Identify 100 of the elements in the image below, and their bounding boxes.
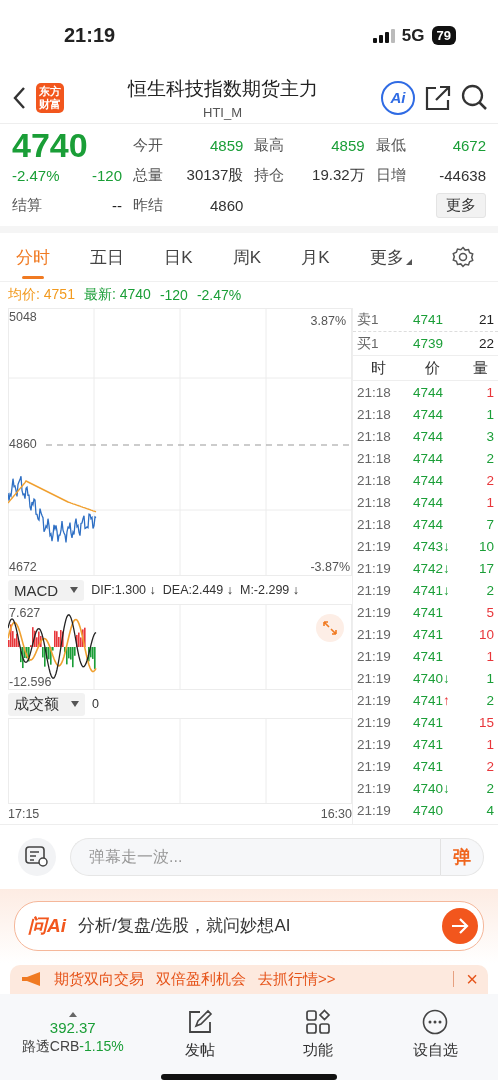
stat-value: 4672 [452,136,486,154]
column-header: 价 [424,358,441,378]
period-tab[interactable]: 月K [301,233,330,282]
stat-label: 昨结 [133,195,163,215]
trade-time: 21:19 [357,670,392,686]
trade-quantity: 4 [485,802,494,818]
column-header: 量 [471,358,489,378]
back-icon[interactable] [12,85,26,110]
trade-time: 21:19 [357,692,392,708]
comment-field[interactable]: 弹幕走一波... [70,838,440,877]
caret-icon [68,1012,77,1018]
trade-price: 4744 [412,450,445,466]
trade-quantity: 10 [477,538,494,554]
trade-quantity: 1 [485,670,494,686]
caret-icon [405,259,412,266]
trade-time: 21:18 [357,516,392,532]
trade-price: 4744 [412,494,445,510]
trade-time: 21:18 [357,472,392,488]
trade-price: 4741↓ [412,582,451,598]
trade-quantity: 2 [485,472,494,488]
trade-time: 21:19 [357,648,392,664]
period-tab[interactable]: 日K [164,233,193,282]
change-percent: -2.47% [12,166,60,184]
stat-label: 持仓 [254,165,285,185]
period-tab[interactable]: 周K [232,233,262,282]
trade-price: 4741 [412,626,445,642]
grid-icon [304,1008,331,1035]
toolbar-item[interactable]: 功能 [267,1008,368,1060]
network-label: 5G [401,25,425,46]
stat-label: 今开 [133,135,163,155]
change-percent: -2.47% [196,287,242,304]
index-name: 路透CRB [21,1038,80,1057]
toolbar-item[interactable]: 发帖 [150,1008,251,1060]
dropdown-icon [71,701,79,708]
trade-price: 4744 [412,516,445,532]
trade-quantity: 10 [477,626,494,642]
order-level: 卖1 [357,310,380,329]
order-level: 买1 [357,334,380,353]
ask-ai-bar[interactable]: 问Ai 分析/复盘/选股，就问妙想AI [14,900,484,951]
ai-button[interactable]: Ai [381,80,415,115]
stat-value: 4860 [209,196,244,214]
order-quantity: 21 [477,312,494,328]
period-tab[interactable]: 五日 [90,233,125,282]
app-logo: 东方财富 [36,82,64,113]
battery-level: 79 [431,26,456,46]
stat-value: 19.32万 [312,165,365,185]
index-change: -1.15% [79,1038,124,1057]
stat-label: 总量 [133,165,163,185]
trade-time: 21:19 [357,560,392,576]
search-icon[interactable] [461,84,488,111]
trade-time: 21:18 [357,494,392,510]
trade-time: 21:18 [357,450,392,466]
more-icon [422,1008,449,1035]
share-icon[interactable] [425,84,451,111]
axis-label: 4672 [9,560,37,575]
toolbar-item[interactable]: 设自选 [385,1008,486,1060]
trade-price: 4744 [412,406,445,422]
stat-value: 4859 [209,136,244,154]
trade-price: 4741↑ [412,692,451,708]
banner-text: 去抓行情>> [258,969,336,989]
trade-time: 21:19 [357,582,392,598]
ai-prompt: 分析/复盘/选股，就问妙想AI [78,915,292,938]
trade-price: 4740↓ [412,780,451,796]
edit-icon [187,1008,214,1035]
trade-time: 21:19 [357,626,392,642]
danmaku-settings-button[interactable] [18,838,56,877]
order-price: 4741 [412,312,445,328]
trade-price: 4740 [412,802,445,818]
more-button[interactable]: 更多 [436,192,486,218]
dropdown-icon [70,587,79,594]
stat-label: 结算 [12,195,42,215]
go-button[interactable] [442,907,478,944]
latest-price: 最新: 4740 [83,286,151,305]
trade-quantity: 1 [485,736,494,752]
column-header: 时 [369,358,387,378]
trade-price: 4743↓ [412,538,451,554]
trade-price: 4741 [412,736,445,752]
stat-value: -- [112,196,122,214]
stat-label: 最低 [375,135,406,155]
dif-value: DIF:1.300 ↓ [91,583,156,598]
trade-time: 21:19 [357,714,392,730]
settings-icon[interactable] [451,246,474,269]
trade-quantity: 7 [485,516,494,532]
trade-quantity: 1 [485,406,494,422]
trade-quantity: 2 [485,582,494,598]
axis-label: -3.87% [310,560,350,575]
indicator-dropdown[interactable]: MACD [8,579,85,601]
time-label: 17:15 [8,807,40,822]
trade-price: 4740↓ [412,670,451,686]
trade-price: 4744 [412,384,445,400]
trade-quantity: 1 [485,648,494,664]
trade-price: 4741 [412,714,445,730]
indicator-dropdown[interactable]: 成交额 [8,692,85,716]
period-tab[interactable]: 更多 [369,233,412,282]
trade-time: 21:19 [357,538,392,554]
trade-quantity: 15 [477,714,494,730]
trade-price: 4741 [412,648,445,664]
axis-label: -12.596 [9,675,52,690]
instrument-title: 恒生科技指数期货主力 [127,76,318,101]
trade-time: 21:19 [357,758,392,774]
